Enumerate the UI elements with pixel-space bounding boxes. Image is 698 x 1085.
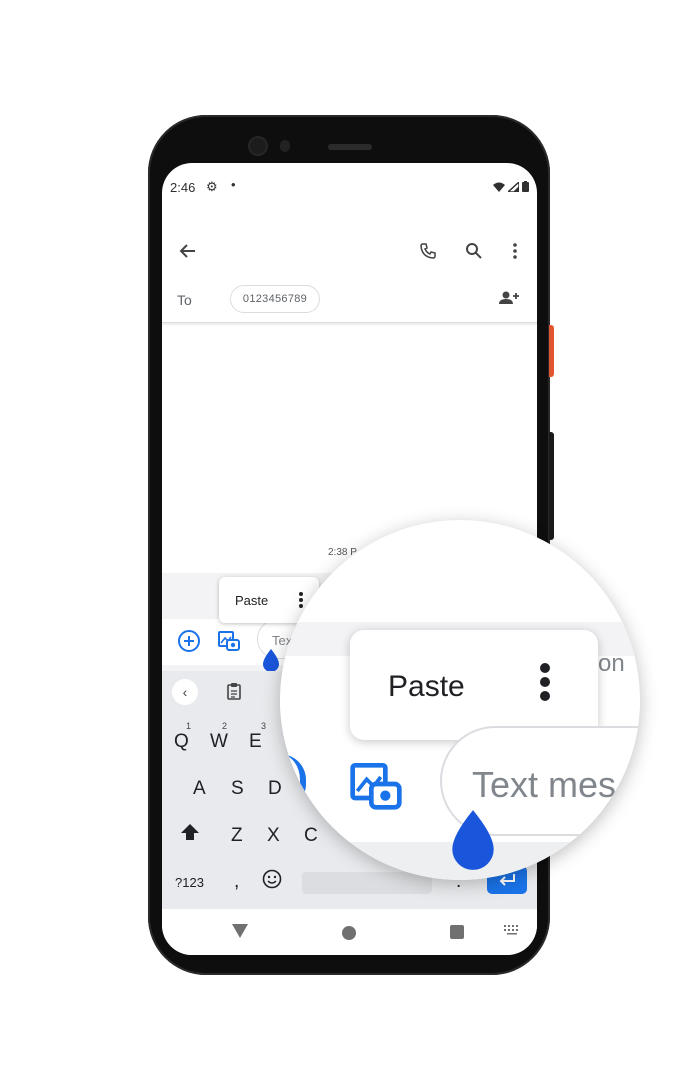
recipient-chip[interactable]: 0123456789 <box>230 285 320 313</box>
keyboard-switch-icon[interactable] <box>504 925 520 935</box>
emoji-icon[interactable] <box>262 869 282 895</box>
comma-key[interactable]: , <box>234 871 239 893</box>
clipboard-icon[interactable] <box>226 682 242 700</box>
signal-icon <box>508 181 519 192</box>
app-bar <box>162 233 537 269</box>
nav-recents-icon[interactable] <box>450 925 464 939</box>
magnified-cursor-handle-icon[interactable] <box>450 810 496 870</box>
earpiece <box>328 144 372 150</box>
menu-overflow-icon[interactable] <box>299 591 303 609</box>
add-attachment-button[interactable] <box>177 629 201 653</box>
volume-button <box>549 432 554 540</box>
to-label: To <box>177 292 192 308</box>
key-z[interactable]: Z <box>231 825 243 847</box>
power-button <box>549 325 554 377</box>
keyboard-collapse-icon[interactable]: ‹ <box>172 679 198 705</box>
search-icon[interactable] <box>462 239 486 263</box>
magnified-overflow-icon[interactable] <box>538 662 552 702</box>
more-options-icon[interactable] <box>503 239 527 263</box>
settings-gear-icon: ⚙ <box>206 179 218 194</box>
front-camera <box>250 138 266 154</box>
battery-icon <box>522 181 529 192</box>
status-icons <box>493 181 529 192</box>
shift-key-icon[interactable] <box>180 823 200 847</box>
magnified-placeholder: Text mes <box>472 764 617 805</box>
wifi-icon <box>493 182 505 192</box>
magnified-gallery-camera-icon[interactable] <box>346 756 406 812</box>
magnified-paste-option[interactable]: Paste <box>388 670 465 704</box>
gallery-camera-icon[interactable] <box>217 628 241 652</box>
notification-dot-icon: • <box>231 177 236 192</box>
nav-home-icon[interactable] <box>342 926 356 940</box>
key-s[interactable]: S <box>231 778 244 800</box>
back-arrow-icon[interactable] <box>176 239 200 263</box>
text-cursor-handle-icon[interactable] <box>261 649 281 673</box>
add-people-icon[interactable] <box>498 291 520 310</box>
key-x[interactable]: X <box>267 825 280 847</box>
key-a[interactable]: A <box>193 778 206 800</box>
magnified-trailing-text: on <box>598 650 625 677</box>
paste-option[interactable]: Paste <box>235 593 268 608</box>
nav-back-icon[interactable] <box>232 924 248 938</box>
key-w[interactable]: W2 <box>210 721 228 753</box>
key-q[interactable]: Q1 <box>174 721 191 753</box>
system-nav-bar <box>162 909 537 955</box>
magnified-paste-menu: Paste <box>350 630 598 740</box>
stage: 2:46 ⚙ • To 0123456789 2:38 P Paste ‹ Q … <box>0 0 698 1085</box>
recipient-row: To 0123456789 <box>162 281 537 323</box>
symbols-key[interactable]: ?123 <box>175 875 204 890</box>
phone-call-icon[interactable] <box>416 239 440 263</box>
status-bar: 2:46 ⚙ • <box>162 177 537 197</box>
zoom-magnifier: on Paste Text mes <box>280 520 640 880</box>
key-e[interactable]: E3 <box>249 721 266 753</box>
status-time: 2:46 <box>170 180 196 195</box>
proximity-sensor <box>280 140 290 152</box>
